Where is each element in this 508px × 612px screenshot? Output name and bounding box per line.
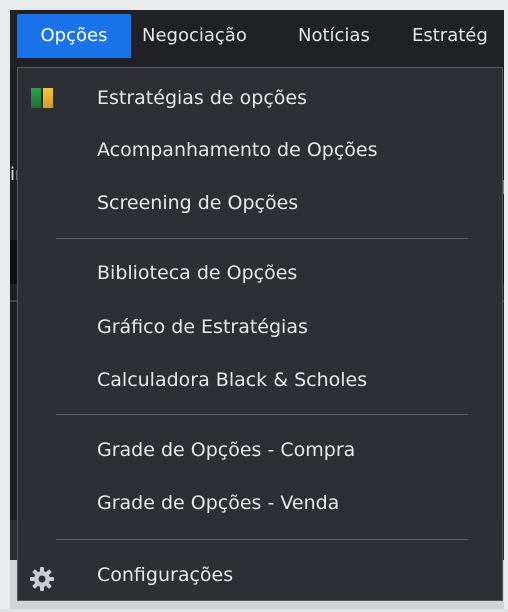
menu-negociacao[interactable]: Negociação (142, 14, 247, 58)
menu-item-screening-de-opcoes[interactable]: Screening de Opções (18, 178, 502, 228)
menu-item-label: Grade de Opções - Compra (97, 439, 356, 461)
menu-item-label: Gráfico de Estratégias (97, 316, 308, 338)
menu-item-configuracoes[interactable]: Configurações (18, 550, 502, 600)
screenshot-frame-left (0, 0, 10, 609)
menu-item-acompanhamento-de-opcoes[interactable]: Acompanhamento de Opções (18, 125, 502, 175)
menu-opcoes[interactable]: Opções (17, 14, 131, 58)
menu-item-label: Calculadora Black & Scholes (97, 369, 368, 391)
menu-item-label: Grade de Opções - Venda (97, 492, 340, 514)
screenshot-frame-right (504, 0, 508, 609)
menu-item-grafico-de-estrategias[interactable]: Gráfico de Estratégias (18, 302, 502, 352)
menu-item-grade-de-opcoes-venda[interactable]: Grade de Opções - Venda (18, 478, 502, 528)
menu-estrategias[interactable]: Estratég (412, 14, 504, 58)
menu-item-label: Screening de Opções (97, 192, 299, 214)
menu-separator (56, 238, 468, 239)
menu-separator (56, 539, 468, 540)
menu-noticias[interactable]: Notícias (298, 14, 370, 58)
opcoes-dropdown-menu: Estratégias de opções Acompanhamento de … (17, 67, 503, 601)
menu-item-estrategias-de-opcoes[interactable]: Estratégias de opções (18, 73, 502, 123)
menu-item-label: Configurações (97, 564, 234, 586)
menu-separator (56, 414, 468, 415)
menu-item-grade-de-opcoes-compra[interactable]: Grade de Opções - Compra (18, 425, 502, 475)
menu-item-calculadora-black-scholes[interactable]: Calculadora Black & Scholes (18, 355, 502, 405)
menu-item-label: Acompanhamento de Opções (97, 139, 378, 161)
gear-icon (29, 562, 55, 591)
menu-item-label: Estratégias de opções (97, 87, 308, 109)
strategies-icon (31, 88, 53, 108)
screenshot-frame-top (0, 0, 508, 10)
menu-item-biblioteca-de-opcoes[interactable]: Biblioteca de Opções (18, 248, 502, 298)
menu-item-label: Biblioteca de Opções (97, 262, 298, 284)
